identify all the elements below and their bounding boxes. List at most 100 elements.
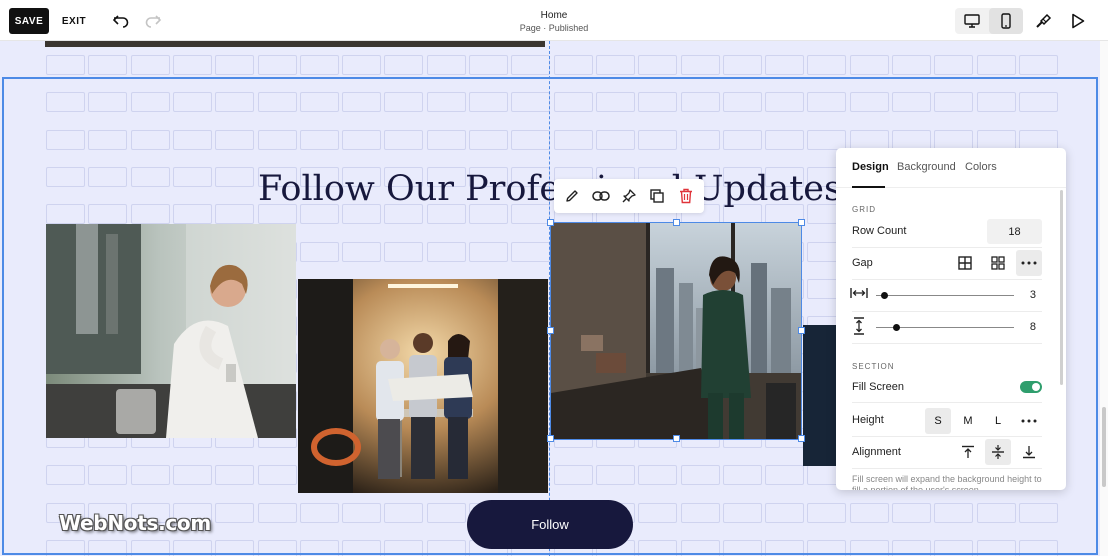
page-scrollbar[interactable]	[1100, 41, 1108, 556]
vertical-gap-icon	[848, 315, 870, 337]
undo-icon[interactable]	[110, 10, 132, 32]
corridor-team-image[interactable]	[298, 279, 548, 493]
alignment-label: Alignment	[852, 446, 901, 458]
grid-cell	[765, 55, 805, 75]
row-count-input[interactable]: 18	[987, 219, 1042, 244]
link-icon[interactable]	[589, 184, 613, 208]
trash-icon[interactable]	[674, 184, 698, 208]
resize-handle-bottom[interactable]	[673, 435, 680, 442]
watermark-logo: WebNots.com	[59, 511, 211, 535]
grid-cell	[215, 55, 255, 75]
grid-cell	[680, 55, 720, 75]
section-section-label: SECTION	[852, 362, 895, 371]
gap-uniform-icon[interactable]	[952, 250, 978, 276]
divider	[852, 402, 1042, 403]
grid-cell	[807, 55, 847, 75]
desktop-icon[interactable]	[955, 8, 989, 34]
grid-cell	[172, 55, 212, 75]
grid-cell	[934, 55, 974, 75]
vertical-gap-value: 8	[1029, 321, 1036, 333]
horizontal-gap-track[interactable]	[876, 295, 1014, 296]
divider	[852, 436, 1042, 437]
device-switcher	[955, 8, 1023, 34]
divider	[852, 279, 1042, 280]
divider	[852, 247, 1042, 248]
lab-scientist-image[interactable]	[46, 224, 296, 438]
grid-cell	[976, 55, 1016, 75]
align-bottom-icon[interactable]	[1016, 439, 1042, 465]
align-top-icon[interactable]	[955, 439, 981, 465]
tab-colors[interactable]: Colors	[965, 161, 997, 173]
gap-more-icon[interactable]	[1016, 250, 1042, 276]
divider	[852, 343, 1042, 344]
fill-screen-toggle[interactable]	[1020, 381, 1042, 393]
horizontal-gap-slider-knob[interactable]	[880, 292, 888, 299]
grid-cell	[638, 55, 678, 75]
editor-top-bar: SAVE EXIT Home Page · Published	[0, 0, 1108, 41]
row-count-label: Row Count	[852, 225, 907, 237]
fill-screen-label: Fill Screen	[852, 381, 904, 393]
paintbrush-icon[interactable]	[1032, 10, 1054, 32]
panel-tabs: Design Background Colors	[836, 148, 1066, 188]
resize-handle-top[interactable]	[673, 219, 680, 226]
play-icon[interactable]	[1067, 10, 1089, 32]
gap-separate-icon[interactable]	[985, 250, 1011, 276]
height-small-button[interactable]: S	[925, 408, 951, 434]
height-more-icon[interactable]	[1016, 408, 1042, 434]
resize-handle-top-left[interactable]	[547, 219, 554, 226]
height-label: Height	[852, 414, 884, 426]
section-heading[interactable]: Follow Our Professional Updates	[250, 169, 850, 209]
resize-handle-right[interactable]	[798, 327, 805, 334]
active-tab-indicator	[852, 186, 885, 188]
fill-screen-note: Fill screen will expand the background h…	[852, 474, 1042, 490]
grid-cell	[342, 55, 382, 75]
save-button[interactable]: SAVE	[9, 8, 49, 34]
toggle-knob	[1032, 383, 1040, 391]
mobile-icon[interactable]	[989, 8, 1023, 34]
vertical-gap-slider-knob[interactable]	[893, 324, 901, 331]
grid-cell	[892, 55, 931, 75]
panel-scrollbar[interactable]	[1060, 190, 1063, 385]
grid-cell	[511, 55, 551, 75]
grid-section-label: GRID	[852, 205, 876, 214]
grid-cell	[849, 55, 889, 75]
previous-section-image	[45, 41, 545, 47]
resize-handle-bottom-left[interactable]	[547, 435, 554, 442]
grid-cell	[384, 55, 424, 75]
divider	[852, 468, 1042, 469]
grid-cell	[88, 55, 128, 75]
page-scrollbar-thumb[interactable]	[1102, 407, 1106, 487]
resize-handle-left[interactable]	[547, 327, 554, 334]
grid-cell	[46, 55, 85, 75]
duplicate-icon[interactable]	[645, 184, 669, 208]
redo-icon[interactable]	[142, 10, 164, 32]
exit-button[interactable]: EXIT	[58, 8, 90, 34]
grid-cell	[553, 55, 593, 75]
resize-handle-bottom-right[interactable]	[798, 435, 805, 442]
partial-city-image	[803, 325, 837, 466]
gap-label: Gap	[852, 257, 873, 269]
tab-background[interactable]: Background	[897, 161, 956, 173]
grid-cell	[426, 55, 466, 75]
height-large-button[interactable]: L	[985, 408, 1011, 434]
grid-cell	[130, 55, 170, 75]
page-status: Page · Published	[519, 23, 589, 33]
pin-icon[interactable]	[617, 184, 641, 208]
block-toolbar	[554, 179, 704, 213]
height-medium-button[interactable]: M	[955, 408, 981, 434]
section-design-panel: Design Background Colors GRID Row Count …	[836, 148, 1066, 490]
image-selection-box	[550, 222, 802, 440]
horizontal-gap-icon	[848, 282, 870, 304]
resize-handle-top-right[interactable]	[798, 219, 805, 226]
grid-cell	[595, 55, 635, 75]
grid-cell	[257, 55, 297, 75]
tab-design[interactable]: Design	[852, 161, 889, 173]
grid-cell	[469, 55, 508, 75]
edit-icon[interactable]	[560, 184, 584, 208]
align-middle-icon[interactable]	[985, 439, 1011, 465]
divider	[852, 311, 1042, 312]
page-title: Home	[540, 10, 568, 21]
follow-button[interactable]: Follow	[467, 500, 633, 549]
grid-cell	[722, 55, 762, 75]
horizontal-gap-value: 3	[1029, 289, 1036, 301]
